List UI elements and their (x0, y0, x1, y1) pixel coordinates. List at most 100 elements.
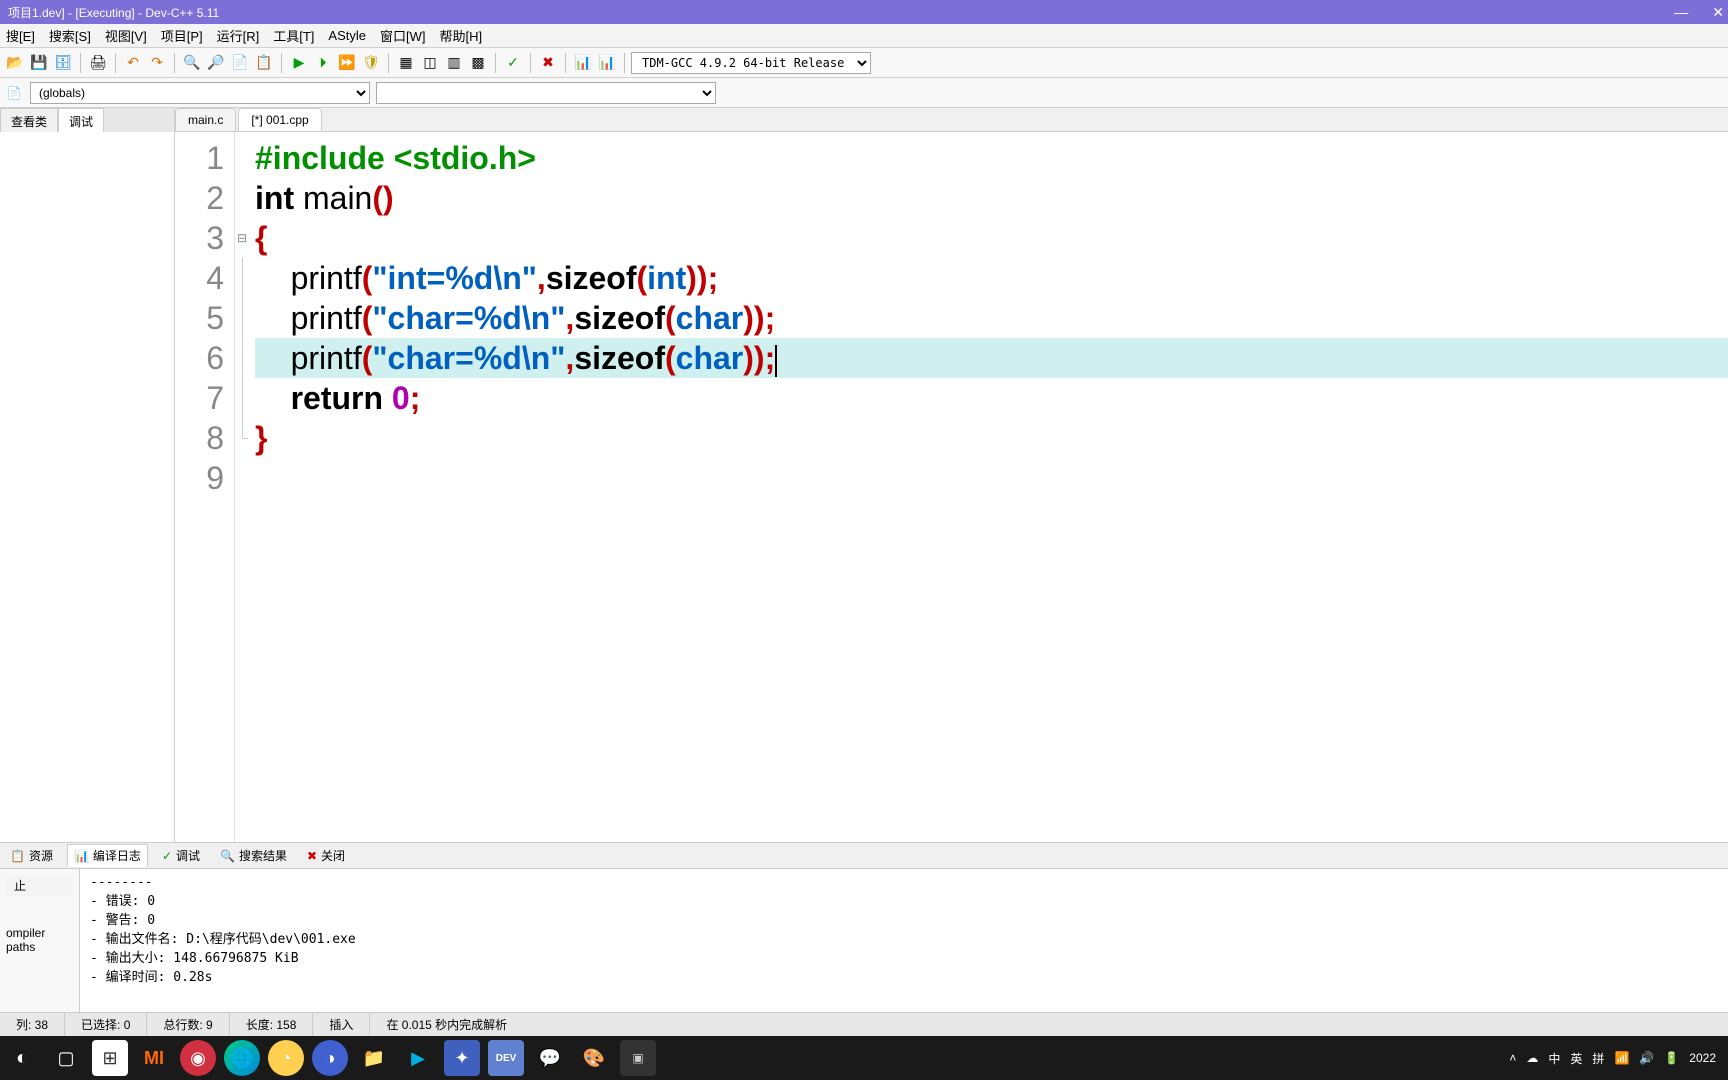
layout3-icon[interactable]: ▥ (443, 52, 465, 74)
profile1-icon[interactable]: 📊 (572, 52, 594, 74)
explorer-icon[interactable]: 📁 (356, 1040, 392, 1076)
goto-icon[interactable]: 📋 (253, 52, 275, 74)
menu-edit[interactable]: 搜[E] (6, 26, 35, 45)
terminal-icon[interactable]: ▣ (620, 1040, 656, 1076)
ime-indicator-2[interactable]: 英 (1570, 1050, 1582, 1067)
editor-tab-main-c[interactable]: main.c (175, 108, 236, 131)
task-view-icon[interactable]: ▢ (48, 1040, 84, 1076)
separator (115, 53, 116, 73)
save-all-icon[interactable]: 🗄 (52, 52, 74, 74)
editor-area: main.c [*] 001.cpp 123456789 ⊟ #include … (175, 108, 1728, 842)
status-insert-mode: 插入 (313, 1013, 370, 1036)
search-icon: 🔍 (220, 849, 235, 863)
layout2-icon[interactable]: ◫ (419, 52, 441, 74)
side-panel: 查看类 调试 (0, 108, 175, 842)
redo-icon[interactable]: ↷ (146, 52, 168, 74)
network-icon[interactable]: 📶 (1614, 1051, 1629, 1065)
taskbar: ◐ ▢ ⊞ MI ◉ 🌐 ◔ ◑ 📁 ▶ ✦ DEV 💬 🎨 ▣ ˄ ☁ 中 英… (0, 1036, 1728, 1080)
bottom-tabs: 📋资源 📊编译日志 ✓调试 🔍搜索结果 ✖关闭 (0, 843, 1728, 869)
main-toolbar: 📂 💾 🗄 🖨 ↶ ↷ 🔍 🔎 📄 📋 ▶ ⏵ ⏩ 🛡 ▦ ◫ ▥ ▩ ✓ ✖ … (0, 48, 1728, 78)
status-bar: 列: 38 已选择: 0 总行数: 9 长度: 158 插入 在 0.015 秒… (0, 1012, 1728, 1036)
bottom-panel: 📋资源 📊编译日志 ✓调试 🔍搜索结果 ✖关闭 止 ompiler paths … (0, 842, 1728, 1012)
compiler-paths-label: ompiler paths (6, 926, 73, 954)
side-tab-debug[interactable]: 调试 (58, 108, 104, 132)
tray-cloud-icon[interactable]: ☁ (1526, 1051, 1538, 1065)
stop-icon[interactable]: ✖ (537, 52, 559, 74)
save-icon[interactable]: 💾 (28, 52, 50, 74)
new-class-icon[interactable]: 📄 (4, 83, 24, 103)
profile2-icon[interactable]: 📊 (596, 52, 618, 74)
print-icon[interactable]: 🖨 (87, 52, 109, 74)
circle-app-icon[interactable]: ◉ (180, 1040, 216, 1076)
tray-chevron-icon[interactable]: ˄ (1509, 1051, 1516, 1065)
menu-run[interactable]: 运行[R] (217, 26, 260, 45)
bottom-tab-compile-log[interactable]: 📊编译日志 (67, 844, 148, 867)
compile-log-output[interactable]: -------- - 错误: 0 - 警告: 0 - 输出文件名: D:\程序代… (80, 869, 1728, 1012)
side-tab-classes[interactable]: 查看类 (0, 108, 58, 132)
mi-icon[interactable]: MI (136, 1040, 172, 1076)
app-icon-1[interactable]: ◔ (268, 1040, 304, 1076)
editor-tab-001-cpp[interactable]: [*] 001.cpp (238, 108, 321, 131)
app-icon-4[interactable]: ✦ (444, 1040, 480, 1076)
app-icon-2[interactable]: ◑ (312, 1040, 348, 1076)
rebuild-icon[interactable]: 🛡 (360, 52, 382, 74)
bottom-tab-resources[interactable]: 📋资源 (4, 845, 59, 866)
code-editor[interactable]: 123456789 ⊟ #include <stdio.h>int main()… (175, 132, 1728, 842)
ime-indicator-3[interactable]: 拼 (1592, 1050, 1604, 1067)
menu-bar: 搜[E] 搜索[S] 视图[V] 项目[P] 运行[R] 工具[T] AStyl… (0, 24, 1728, 48)
close-icon: ✖ (307, 849, 317, 863)
stop-compile-button[interactable]: 止 (6, 875, 73, 896)
main-area: 查看类 调试 main.c [*] 001.cpp 123456789 ⊟ #i… (0, 108, 1728, 842)
scope-selector[interactable]: (globals) (30, 82, 370, 104)
bottom-tab-search-results[interactable]: 🔍搜索结果 (214, 845, 293, 866)
undo-icon[interactable]: ↶ (122, 52, 144, 74)
separator (624, 53, 625, 73)
menu-tools[interactable]: 工具[T] (273, 26, 314, 45)
separator (281, 53, 282, 73)
layout4-icon[interactable]: ▩ (467, 52, 489, 74)
clock-year[interactable]: 2022 (1689, 1051, 1716, 1065)
editor-tabs: main.c [*] 001.cpp (175, 108, 1728, 132)
bottom-tab-close[interactable]: ✖关闭 (301, 845, 351, 866)
compile-icon[interactable]: ▶ (288, 52, 310, 74)
menu-view[interactable]: 视图[V] (105, 26, 147, 45)
code-lines[interactable]: #include <stdio.h>int main(){ printf("in… (249, 132, 1728, 842)
fold-column: ⊟ (235, 132, 249, 842)
volume-icon[interactable]: 🔊 (1639, 1051, 1654, 1065)
replace-icon[interactable]: 🔎 (205, 52, 227, 74)
edge-icon[interactable]: 🌐 (224, 1040, 260, 1076)
ime-indicator-1[interactable]: 中 (1548, 1050, 1560, 1067)
compile-run-icon[interactable]: ⏩ (336, 52, 358, 74)
separator (80, 53, 81, 73)
separator (174, 53, 175, 73)
find-icon[interactable]: 🔍 (181, 52, 203, 74)
app-icon-6[interactable]: 🎨 (576, 1040, 612, 1076)
app-icon-5[interactable]: 💬 (532, 1040, 568, 1076)
debug-icon[interactable]: ✓ (502, 52, 524, 74)
devcpp-icon[interactable]: DEV (488, 1040, 524, 1076)
title-bar: 项目1.dev] - [Executing] - Dev-C++ 5.11 — … (0, 0, 1728, 24)
system-tray: ˄ ☁ 中 英 拼 📶 🔊 🔋 2022 (1509, 1050, 1724, 1067)
layout1-icon[interactable]: ▦ (395, 52, 417, 74)
minimize-button[interactable]: — (1674, 4, 1688, 20)
close-button[interactable]: ✕ (1712, 4, 1724, 21)
find-next-icon[interactable]: 📄 (229, 52, 251, 74)
bottom-tab-debug[interactable]: ✓调试 (156, 845, 206, 866)
menu-window[interactable]: 窗口[W] (380, 26, 426, 45)
start-button[interactable]: ◐ (4, 1040, 40, 1076)
menu-search[interactable]: 搜索[S] (49, 26, 91, 45)
compiler-selector[interactable]: TDM-GCC 4.9.2 64-bit Release (631, 52, 871, 74)
window-title: 项目1.dev] - [Executing] - Dev-C++ 5.11 (8, 4, 1720, 21)
menu-project[interactable]: 项目[P] (161, 26, 203, 45)
open-icon[interactable]: 📂 (4, 52, 26, 74)
side-content (0, 132, 174, 842)
menu-help[interactable]: 帮助[H] (440, 26, 483, 45)
check-icon: ✓ (162, 849, 172, 863)
app-store-icon[interactable]: ⊞ (92, 1040, 128, 1076)
chart-icon: 📊 (74, 849, 89, 863)
app-icon-3[interactable]: ▶ (400, 1040, 436, 1076)
menu-astyle[interactable]: AStyle (328, 28, 366, 43)
run-icon[interactable]: ⏵ (312, 52, 334, 74)
member-selector[interactable] (376, 82, 716, 104)
battery-icon[interactable]: 🔋 (1664, 1051, 1679, 1065)
